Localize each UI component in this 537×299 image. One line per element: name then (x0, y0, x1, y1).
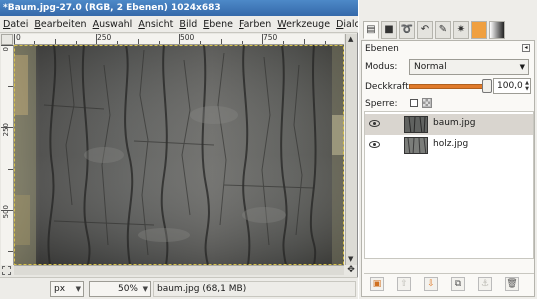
scroll-down-icon[interactable]: ▼ (348, 256, 355, 263)
menubar: Datei Bearbeiten Auswahl Ansicht Bild Ebene Fa… (0, 16, 358, 33)
menu-bild[interactable]: Bild (176, 16, 200, 32)
opacity-slider-handle[interactable] (482, 79, 492, 93)
raise-layer-icon[interactable]: ⇧ (397, 277, 411, 291)
eye-icon[interactable] (369, 141, 380, 148)
panel-title: Ebenen (365, 44, 399, 54)
layer-row-holz[interactable]: holz.jpg (365, 135, 533, 156)
mode-value: Normal (414, 62, 447, 72)
spin-arrows-icon[interactable]: ▲ ▼ (525, 80, 529, 92)
scroll-up-icon[interactable]: ▲ (348, 36, 355, 43)
status-info: baum.jpg (68,1 MB) (157, 284, 247, 294)
undo-icon[interactable]: ↶ (417, 21, 433, 39)
delete-layer-icon[interactable]: 🗑 (505, 277, 519, 291)
zoom-value: 50% (117, 284, 138, 294)
ruler-label: 500 (2, 205, 10, 219)
layer-row-baum[interactable]: baum.jpg (365, 114, 533, 135)
chevron-down-icon: ▼ (142, 285, 148, 293)
layers-panel: Ebenen ◂ Modus: Normal ▼ Deckkraft: 100,… (361, 40, 535, 297)
unit-value: px (54, 284, 66, 294)
tree-bark-photo (14, 45, 344, 265)
chevron-down-icon: ▼ (519, 63, 525, 71)
navigate-icon[interactable]: ✥ (345, 265, 357, 275)
layer-button-bar: ▣ ⇧ ⇩ ⧉ ⚓ 🗑 (364, 273, 534, 293)
ruler-label: 250 (2, 123, 10, 137)
panel-menu-icon[interactable]: ◂ (522, 44, 530, 52)
layers-dock: ▤ ■ ➰ ↶ ✎ ✷ Ebenen ◂ Modus: Normal ▼ Dec… (359, 0, 537, 299)
ruler-label: 0 (2, 47, 10, 52)
layer-thumbnail (404, 137, 428, 154)
menu-ansicht[interactable]: Ansicht (135, 16, 176, 32)
status-message: baum.jpg (68,1 MB) (153, 281, 356, 297)
menu-auswahl[interactable]: Auswahl (90, 16, 136, 32)
opacity-spinbox[interactable]: 100,0 ▲ ▼ (493, 78, 531, 94)
lock-pixels-checkbox[interactable] (410, 99, 418, 107)
menu-datei[interactable]: Datei (0, 16, 31, 32)
eye-icon[interactable] (369, 120, 380, 127)
paths-icon[interactable]: ➰ (399, 21, 415, 39)
anchor-layer-icon[interactable]: ⚓ (478, 277, 492, 291)
lock-alpha-icon[interactable] (422, 98, 432, 108)
ruler-label: 750 (263, 34, 278, 42)
brush-icon[interactable]: ✎ (435, 21, 451, 39)
status-bar: px ▼ 50% ▼ baum.jpg (68,1 MB) (0, 277, 358, 299)
image-window: *Baum.jpg-27.0 (RGB, 2 Ebenen) 1024x683 … (0, 0, 358, 299)
gimp-screen: *Baum.jpg-27.0 (RGB, 2 Ebenen) 1024x683 … (0, 0, 537, 299)
opacity-value: 100,0 (497, 81, 523, 91)
menu-bearbeiten[interactable]: Bearbeiten (31, 16, 89, 32)
layer-thumbnail (404, 116, 428, 133)
unit-select[interactable]: px ▼ (50, 281, 84, 297)
horizontal-scrollbar[interactable] (14, 265, 344, 275)
ruler-label: 500 (180, 34, 195, 42)
fuzzy-select-icon[interactable]: ✷ (453, 21, 469, 39)
vertical-scrollbar[interactable]: ▲ ▼ (345, 34, 357, 265)
horizontal-ruler[interactable]: 0 250 500 750 1000 (14, 34, 344, 45)
mode-label: Modus: (365, 62, 398, 72)
image-menu-button[interactable] (1, 34, 13, 45)
mode-select[interactable]: Normal ▼ (409, 59, 529, 75)
ruler-label: 0 (16, 34, 21, 42)
menu-werkzeuge[interactable]: Werkzeuge (274, 16, 333, 32)
channels-icon[interactable]: ■ (381, 21, 397, 39)
opacity-label: Deckkraft: (365, 82, 412, 92)
opacity-slider[interactable] (409, 84, 489, 89)
ruler-label: 250 (97, 34, 112, 42)
gradient-icon[interactable] (489, 21, 505, 39)
new-layer-icon[interactable]: ▣ (370, 277, 384, 291)
layer-name[interactable]: baum.jpg (433, 118, 476, 128)
layer-list[interactable]: baum.jpg holz.jpg (364, 111, 534, 259)
fg-color-icon[interactable] (471, 21, 487, 39)
image-canvas[interactable] (14, 45, 344, 265)
menu-farben[interactable]: Farben (236, 16, 274, 32)
menu-dialoge[interactable]: Dialoge (333, 16, 358, 32)
menu-ebene[interactable]: Ebene (200, 16, 236, 32)
lower-layer-icon[interactable]: ⇩ (424, 277, 438, 291)
layers-icon[interactable]: ▤ (363, 21, 379, 39)
window-title: *Baum.jpg-27.0 (RGB, 2 Ebenen) 1024x683 (0, 0, 358, 16)
duplicate-layer-icon[interactable]: ⧉ (451, 277, 465, 291)
layer-name[interactable]: holz.jpg (433, 139, 468, 149)
vertical-ruler[interactable]: 0 250 500 (1, 45, 14, 265)
quick-mask-toggle-icon[interactable] (2, 266, 11, 275)
chevron-down-icon: ▼ (75, 285, 81, 293)
lock-label: Sperre: (365, 99, 398, 109)
zoom-select[interactable]: 50% ▼ (89, 281, 151, 297)
